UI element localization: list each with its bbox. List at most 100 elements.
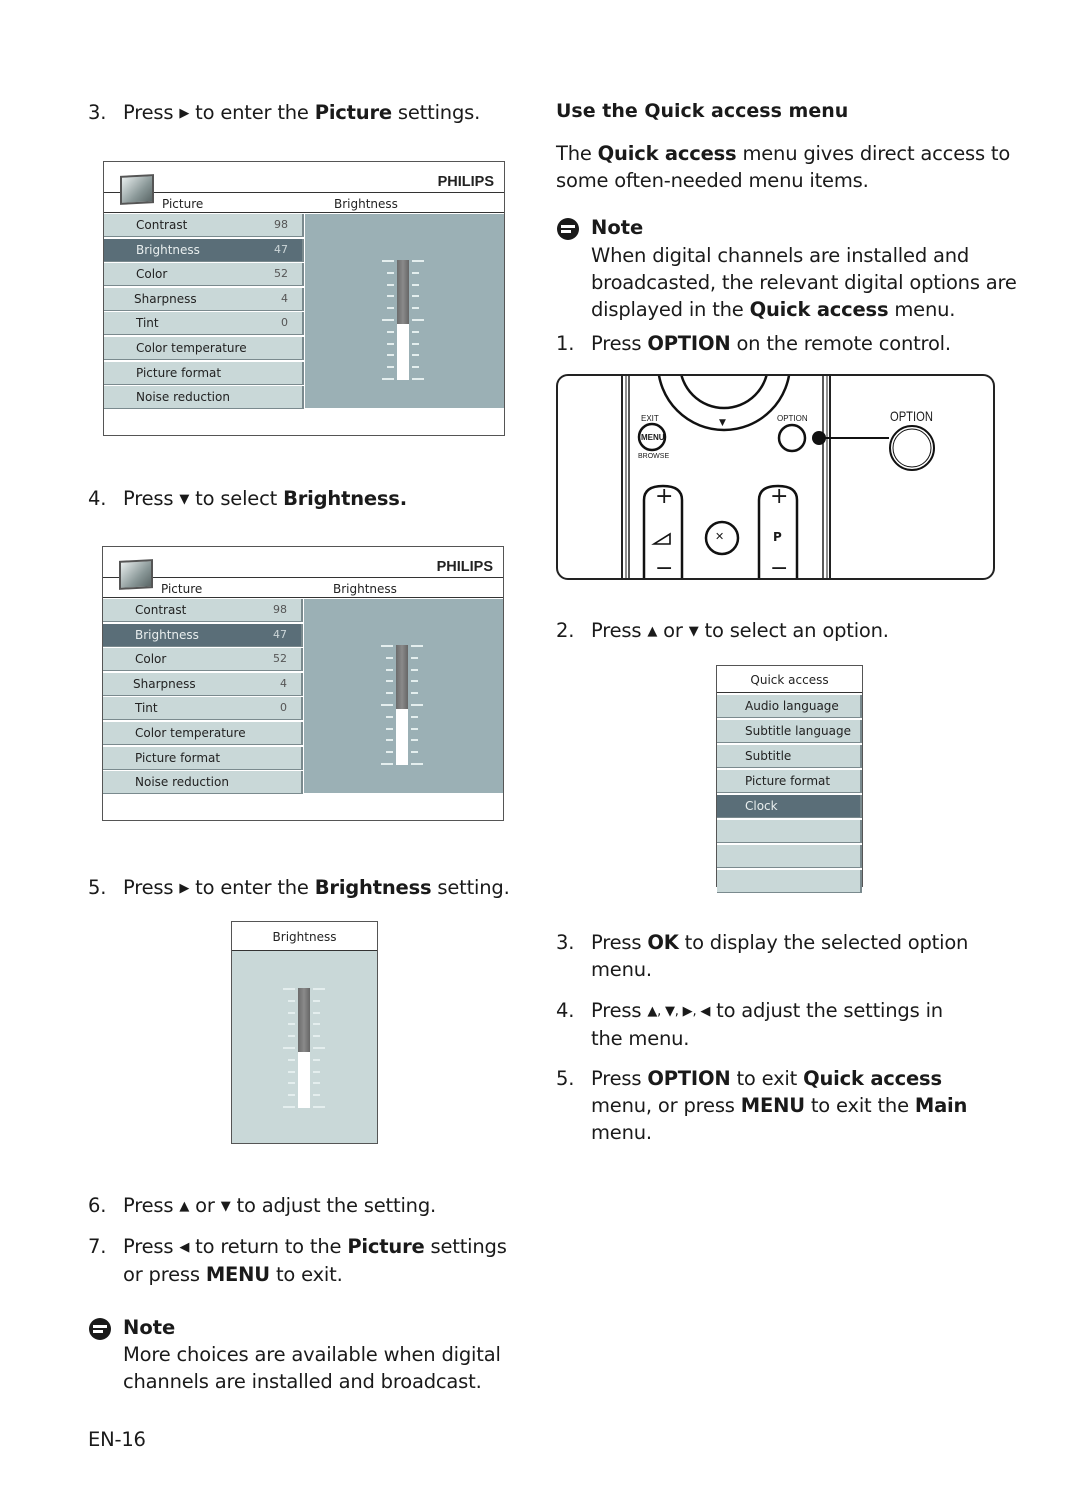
menu-item-picture-format[interactable]: Picture format <box>103 746 303 770</box>
menu-item-sharpness[interactable]: Sharpness 4 <box>103 672 303 696</box>
note-icon <box>89 1318 111 1340</box>
slider-tick <box>386 669 393 671</box>
option-button-small <box>777 423 807 453</box>
menu-item-color-temperature[interactable]: Color temperature <box>103 721 303 745</box>
slider-tick <box>411 645 423 647</box>
slider-tick <box>412 343 419 345</box>
brightness-slider[interactable] <box>282 988 326 1108</box>
menu-item-brightness[interactable]: Brightness 47 <box>103 623 303 647</box>
slider-tick <box>283 1047 295 1049</box>
philips-logo: PHILIPS <box>437 174 494 190</box>
qa-item-audio-language[interactable]: Audio language <box>717 694 862 718</box>
slider-tick <box>313 1000 320 1002</box>
menu-item-contrast[interactable]: Contrast 98 <box>104 214 304 237</box>
program-label: P <box>773 530 782 544</box>
slider-tick <box>411 657 418 659</box>
down-arrow-icon: ▼ <box>179 492 190 507</box>
slider-tick <box>387 307 394 309</box>
slider-tick <box>387 272 394 274</box>
slider-tick <box>313 1106 325 1108</box>
picture-settings-list: Contrast 98 Brightness 47 Color 52 Sharpnes… <box>103 599 303 796</box>
slider-tick <box>412 307 419 309</box>
qa-item-subtitle-language[interactable]: Subtitle language <box>717 719 862 743</box>
menu-item-picture-format[interactable]: Picture format <box>104 361 304 385</box>
note-icon <box>557 218 579 240</box>
slider-tick <box>313 1059 320 1061</box>
slider-empty-portion <box>396 645 408 709</box>
down-arrow-icon[interactable]: ▼ <box>719 418 726 428</box>
menu-item-contrast[interactable]: Contrast 98 <box>103 599 303 622</box>
program-down-icon[interactable]: − <box>770 556 788 578</box>
menu-item-color[interactable]: Color 52 <box>104 263 304 287</box>
option-small-label: OPTION <box>777 414 808 423</box>
slider-track <box>397 260 409 380</box>
brightness-slider[interactable] <box>381 260 425 380</box>
menu-label[interactable]: MENU <box>641 433 665 442</box>
up-arrow-icon: ▲ <box>647 624 658 639</box>
slider-tick <box>412 260 424 262</box>
qa-item-clock[interactable]: Clock <box>717 794 862 818</box>
slider-tick <box>386 739 393 741</box>
remote-control-drawing <box>621 376 935 578</box>
remote-control-illustration: EXIT MENU BROWSE ▼ OPTION OPTION + − + −… <box>556 374 995 580</box>
slider-tick <box>313 1012 320 1014</box>
slider-tick <box>411 669 418 671</box>
menu-item-brightness[interactable]: Brightness 47 <box>104 238 304 262</box>
direction-arrows-icon: ▲, ▼, ▶, ◀ <box>647 1004 711 1019</box>
menu-item-noise-reduction[interactable]: Noise reduction <box>103 771 303 795</box>
divider <box>103 597 503 598</box>
menu-item-tint[interactable]: Tint 0 <box>103 697 303 721</box>
menu-item-color[interactable]: Color 52 <box>103 648 303 672</box>
mute-icon: ✕ <box>715 530 725 543</box>
up-arrow-icon: ▲ <box>179 1199 190 1214</box>
menu-header-brightness: Brightness <box>333 582 397 596</box>
tv-icon <box>119 559 153 590</box>
quick-access-title: Quick access <box>717 666 862 693</box>
slider-empty-portion <box>298 988 310 1052</box>
menu-item-sharpness[interactable]: Sharpness 4 <box>104 287 304 311</box>
option-callout-label: OPTION <box>890 408 933 424</box>
slider-tick <box>387 331 394 333</box>
menu-item-color-temperature[interactable]: Color temperature <box>104 336 304 360</box>
slider-tick <box>387 343 394 345</box>
slider-track <box>298 988 310 1108</box>
slider-tick <box>288 1023 295 1025</box>
menu-item-noise-reduction[interactable]: Noise reduction <box>104 386 304 410</box>
slider-empty-portion <box>397 260 409 324</box>
slider-tick <box>387 284 394 286</box>
exit-label: EXIT <box>641 414 659 423</box>
volume-icon <box>651 532 671 545</box>
slider-tick <box>288 1071 295 1073</box>
volume-up-icon[interactable]: + <box>655 484 673 509</box>
program-up-icon[interactable]: + <box>770 484 788 509</box>
menu-item-tint[interactable]: Tint 0 <box>104 312 304 336</box>
slider-tick <box>412 378 424 380</box>
divider <box>104 212 504 213</box>
slider-tick <box>411 680 418 682</box>
quick-access-menu: Quick access Audio language Subtitle lan… <box>716 665 863 893</box>
brightness-slider[interactable] <box>380 645 424 765</box>
slider-tick <box>411 704 423 706</box>
slider-tick <box>288 1000 295 1002</box>
slider-tick <box>386 692 393 694</box>
slider-tick <box>382 260 394 262</box>
qa-item-subtitle[interactable]: Subtitle <box>717 744 862 768</box>
slider-tick <box>386 657 393 659</box>
slider-tick <box>386 716 393 718</box>
slider-tick <box>283 1106 295 1108</box>
note-title: Note <box>123 1316 176 1339</box>
slider-tick <box>382 319 394 321</box>
note-text: More choices are available when digital … <box>123 1343 501 1393</box>
slider-tick <box>313 1094 320 1096</box>
slider-tick <box>386 680 393 682</box>
slider-tick <box>313 1023 320 1025</box>
qa-item-picture-format[interactable]: Picture format <box>717 769 862 793</box>
slider-tick <box>387 366 394 368</box>
note-text: When digital channels are installed and … <box>591 244 1017 321</box>
slider-tick <box>387 354 394 356</box>
volume-down-icon[interactable]: − <box>655 556 673 578</box>
slider-tick <box>412 284 419 286</box>
slider-tick <box>313 1071 320 1073</box>
slider-tick <box>381 645 393 647</box>
section-heading: Use the Quick access menu <box>556 100 849 122</box>
